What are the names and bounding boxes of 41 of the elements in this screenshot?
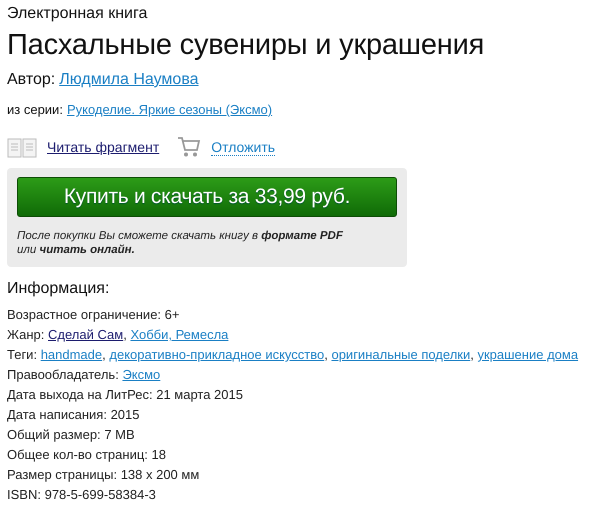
series-label: из серии: xyxy=(7,101,63,119)
author-label: Автор: xyxy=(7,70,56,90)
info-link[interactable]: оригинальные поделки xyxy=(331,347,470,362)
info-link[interactable]: handmade xyxy=(40,347,102,362)
info-link[interactable]: Сделай Сам xyxy=(48,327,124,342)
info-value: 978-5-699-58384-3 xyxy=(44,487,156,502)
read-fragment-link[interactable]: Читать фрагмент xyxy=(47,139,160,155)
separator: , xyxy=(123,327,127,342)
book-title: Пасхальные сувениры и украшения xyxy=(7,28,486,62)
info-label: Размер страницы: xyxy=(7,467,118,482)
open-book-icon xyxy=(7,136,37,158)
info-label: Общее кол-во страниц: xyxy=(7,447,148,462)
info-label: Правообладатель: xyxy=(7,367,119,382)
info-value: 138 x 200 мм xyxy=(120,467,200,482)
info-value: 18 xyxy=(152,447,166,462)
info-link[interactable]: украшение дома xyxy=(477,347,578,362)
info-label: Дата выхода на ЛитРес: xyxy=(7,387,153,402)
info-heading: Информация: xyxy=(7,279,110,299)
book-type-label: Электронная книга xyxy=(7,4,148,24)
purchase-note: После покупки Вы сможете скачать книгу в формате PDF или читать онлайн. xyxy=(17,229,344,257)
info-label: ISBN: xyxy=(7,487,41,502)
info-link[interactable]: Эксмо xyxy=(122,367,160,382)
info-label: Общий размер: xyxy=(7,427,101,442)
separator: , xyxy=(470,347,474,362)
info-label: Возрастное ограничение: xyxy=(7,307,162,322)
series-link[interactable]: Рукоделие. Яркие сезоны (Эксмо) xyxy=(66,100,272,120)
info-link[interactable]: декоративно-прикладное искусство xyxy=(109,347,324,362)
info-value: 2015 xyxy=(110,407,140,422)
info-value: 6+ xyxy=(164,307,180,322)
info-label: Жанр: xyxy=(7,327,44,342)
info-value: 7 MB xyxy=(104,427,135,442)
info-label: Дата написания: xyxy=(7,407,107,422)
separator: , xyxy=(324,347,328,362)
info-label: Теги: xyxy=(7,347,38,362)
defer-link[interactable]: Отложить xyxy=(211,138,276,156)
author-link[interactable]: Людмила Наумова xyxy=(59,70,199,90)
shopping-cart-icon xyxy=(177,136,202,158)
info-value: 21 марта 2015 xyxy=(156,387,243,402)
separator: , xyxy=(102,347,106,362)
buy-button[interactable]: Купить и скачать за 33,99 руб. xyxy=(17,177,397,217)
info-link[interactable]: Хобби, Ремесла xyxy=(130,327,228,342)
